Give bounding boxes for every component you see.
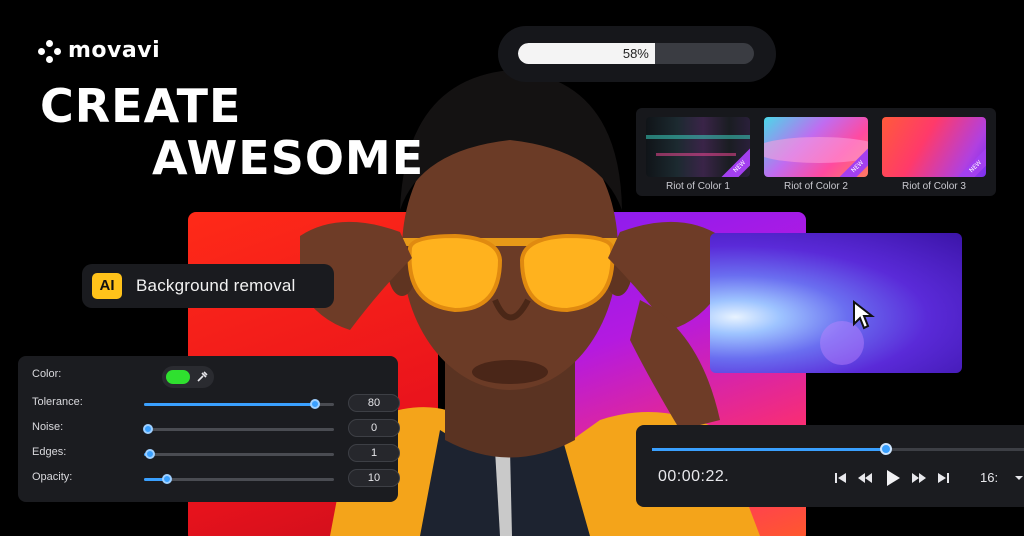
opacity-row: Opacity: 10 [18,469,400,489]
timecode: 00:00:22. [658,468,730,485]
timeline-progress [652,448,887,451]
headline-line-1: CREATE [40,79,242,133]
effect-label-2: Riot of Color 2 [784,181,848,192]
ai-background-removal[interactable]: AI Background removal [82,264,334,308]
mouse-cursor-icon [853,300,875,330]
effect-thumb-1[interactable]: NEW [646,117,750,177]
noise-handle[interactable] [142,424,153,434]
noise-value[interactable]: 0 [348,419,400,437]
movavi-logo: movavi [38,38,160,63]
hero-banner: movavi CREATE AWESOME 58% NEW Riot of Co… [0,0,1024,536]
edges-label: Edges: [32,446,67,458]
play-icon[interactable] [884,469,902,487]
tolerance-slider[interactable] [144,399,334,409]
brand-name: movavi [68,38,161,63]
edges-value[interactable]: 1 [348,444,400,462]
tolerance-fill [144,403,315,406]
tolerance-handle[interactable] [310,399,320,409]
progress-track: 58% [518,43,754,64]
eyedropper-icon[interactable] [196,371,208,383]
effects-panel: NEW Riot of Color 1 NEW Riot of Color 2 … [636,108,996,196]
chroma-key-settings: Color: Tolerance: 80 Noise: 0 Edges: 1 O… [18,356,400,502]
effect-label-1: Riot of Color 1 [666,181,730,192]
headline: CREATE AWESOME [40,80,424,184]
aspect-ratio-select[interactable]: 16: [980,470,998,485]
new-badge: NEW [720,147,750,177]
fast-forward-icon[interactable] [910,469,928,487]
edges-slider[interactable] [144,449,334,459]
opacity-value[interactable]: 10 [348,469,400,487]
opacity-slider[interactable] [144,474,334,484]
logo-dots-icon [38,39,61,63]
new-badge: NEW [956,147,986,177]
tolerance-label: Tolerance: [32,396,83,408]
opacity-handle[interactable] [161,474,172,484]
noise-row: Noise: 0 [18,419,400,439]
timeline-scrubber[interactable] [652,443,1024,455]
ai-badge: AI [92,273,122,299]
edges-row: Edges: 1 [18,444,400,464]
tolerance-row: Tolerance: 80 [18,394,400,414]
video-preview[interactable] [710,233,962,373]
skip-start-icon[interactable] [832,469,850,487]
effect-thumb-3[interactable]: NEW [882,117,986,177]
playhead-handle[interactable] [880,443,893,455]
skip-end-icon[interactable] [934,469,952,487]
chevron-down-icon[interactable] [1014,473,1024,483]
noise-slider[interactable] [142,424,334,434]
color-row: Color: [18,366,398,388]
effect-label-3: Riot of Color 3 [902,181,966,192]
noise-label: Noise: [32,421,64,433]
player-controls: 00:00:22. 16: [636,425,1024,507]
color-swatch[interactable] [166,370,190,384]
progress-percent: 58% [622,46,649,61]
edges-handle[interactable] [144,449,155,459]
rewind-icon[interactable] [856,469,874,487]
progress-fill: 58% [518,43,655,64]
ai-feature-label: Background removal [136,276,296,295]
headline-line-2: AWESOME [152,131,425,185]
color-picker[interactable] [162,366,214,388]
effect-thumb-2[interactable]: NEW [764,117,868,177]
opacity-label: Opacity: [32,471,73,483]
tolerance-value[interactable]: 80 [348,394,400,412]
color-label: Color: [32,368,62,380]
export-progress: 58% [498,26,776,82]
